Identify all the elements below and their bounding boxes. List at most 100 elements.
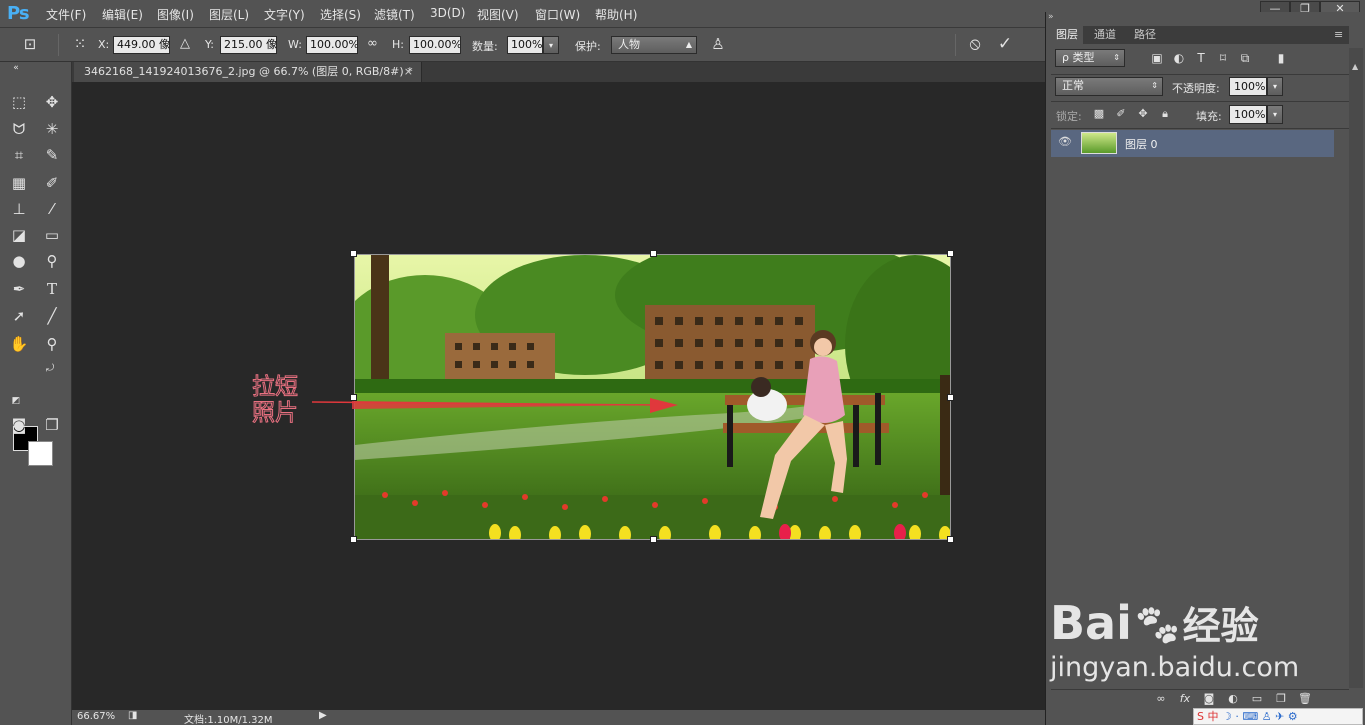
filter-kind-select[interactable]: ρ 类型 ⇕ — [1055, 49, 1125, 67]
zoom-tool-icon[interactable]: ⚲ — [40, 333, 64, 355]
menu-edit[interactable]: 编辑(E) — [102, 6, 143, 23]
canvas-area[interactable]: 拉短 照片 — [72, 82, 1045, 710]
transform-handle[interactable] — [650, 250, 657, 257]
move-tool-icon[interactable]: ✥ — [40, 91, 64, 113]
hand-tool-icon[interactable]: ✋ — [7, 333, 31, 355]
tab-channels[interactable]: 通道 — [1089, 26, 1121, 44]
link-layers-icon[interactable]: ∞ — [1149, 688, 1173, 710]
lock-pixels-icon[interactable]: ✐ — [1109, 103, 1133, 125]
tab-paths[interactable]: 路径 — [1129, 26, 1161, 44]
menu-filter[interactable]: 滤镜(T) — [374, 6, 415, 23]
transform-handle[interactable] — [947, 250, 954, 257]
chevron-down-icon: ⇕ — [1113, 53, 1120, 62]
eraser-icon[interactable]: ◪ — [7, 224, 31, 246]
menu-type[interactable]: 文字(Y) — [264, 6, 305, 23]
quick-mask-icon[interactable]: ◙ — [7, 414, 31, 436]
pen-tool-icon[interactable]: ✒ — [7, 278, 31, 300]
mask-icon[interactable]: ◙ — [1197, 688, 1221, 710]
blend-mode-select[interactable]: 正常 ⇕ — [1055, 77, 1163, 96]
w-input[interactable]: 100.00% — [306, 36, 358, 54]
protect-skin-icon[interactable]: ♙ — [706, 33, 730, 55]
filter-type-icon[interactable]: T — [1189, 47, 1213, 69]
new-layer-icon[interactable]: ❐ — [1269, 688, 1293, 710]
protect-select[interactable]: 人物 ▲ — [611, 36, 697, 54]
transform-handle[interactable] — [350, 536, 357, 543]
fx-icon[interactable]: fx — [1173, 688, 1197, 710]
transform-handle[interactable] — [650, 536, 657, 543]
adjustment-icon[interactable]: ◐ — [1221, 688, 1245, 710]
brush-tool-icon[interactable]: ✐ — [40, 172, 64, 194]
dodge-tool-icon[interactable]: ⚲ — [40, 250, 64, 272]
filter-adjustment-icon[interactable]: ◐ — [1167, 47, 1191, 69]
filter-shape-icon[interactable]: ⌑ — [1211, 47, 1235, 69]
fill-dropdown[interactable]: ▾ — [1267, 105, 1283, 124]
menu-image[interactable]: 图像(I) — [157, 6, 194, 23]
eye-icon[interactable]: 👁︎ — [1058, 135, 1072, 148]
menu-window[interactable]: 窗口(W) — [535, 6, 580, 23]
lasso-tool-icon[interactable]: ᗢ — [7, 118, 31, 140]
transform-tool-icon[interactable]: ⊡ — [18, 33, 42, 55]
menu-view[interactable]: 视图(V) — [477, 6, 519, 23]
panel-scrollbar[interactable] — [1349, 48, 1363, 688]
menu-layer[interactable]: 图层(L) — [209, 6, 249, 23]
collapse-icon[interactable]: « — [4, 62, 28, 74]
ime-toolbar[interactable]: S 中 ☽ · ⌨ ♙ ✈ ⚙ — [1193, 708, 1363, 725]
transform-handle[interactable] — [947, 536, 954, 543]
menu-file[interactable]: 文件(F) — [46, 6, 86, 23]
opacity-dropdown[interactable]: ▾ — [1267, 77, 1283, 96]
link-icon[interactable]: ∞ — [367, 36, 378, 51]
amount-input[interactable]: 100% — [507, 36, 543, 54]
cancel-transform-icon[interactable]: ⦸ — [963, 33, 987, 55]
type-tool-icon[interactable]: T — [40, 278, 64, 300]
reference-point-icon[interactable]: ⁙ — [68, 33, 92, 55]
menu-select[interactable]: 选择(S) — [320, 6, 361, 23]
marquee-tool-icon[interactable]: ⬚ — [7, 91, 31, 113]
filter-smart-object-icon[interactable]: ⧉ — [1233, 47, 1257, 69]
close-tab-icon[interactable]: × — [404, 62, 413, 82]
swap-colors-icon[interactable]: ⤾ — [38, 358, 62, 380]
gradient-tool-icon[interactable]: ▭ — [40, 224, 64, 246]
h-input[interactable]: 100.00% — [409, 36, 461, 54]
path-select-icon[interactable]: ➚ — [7, 305, 31, 327]
transform-handle[interactable] — [350, 250, 357, 257]
healing-brush-icon[interactable]: ▦ — [7, 172, 31, 194]
document-tab[interactable]: 3462168_141924013676_2.jpg @ 66.7% (图层 0… — [74, 62, 422, 82]
menu-help[interactable]: 帮助(H) — [595, 6, 637, 23]
group-icon[interactable]: ▭ — [1245, 688, 1269, 710]
layer-name[interactable]: 图层 0 — [1125, 136, 1158, 152]
eyedropper-icon[interactable]: ✎ — [40, 144, 64, 166]
default-colors-icon[interactable]: ◩ — [4, 390, 28, 412]
clone-stamp-icon[interactable]: ⊥ — [7, 198, 31, 220]
trash-icon[interactable]: 🗑︎ — [1293, 688, 1317, 710]
lock-transparency-icon[interactable]: ▩ — [1087, 103, 1111, 125]
magic-wand-icon[interactable]: ✳ — [40, 118, 64, 140]
screen-mode-icon[interactable]: ❐ — [40, 414, 64, 436]
y-input[interactable]: 215.00 像 — [220, 36, 277, 54]
delta-icon[interactable]: △ — [180, 36, 190, 51]
filter-pixel-icon[interactable]: ▣ — [1145, 47, 1169, 69]
lock-all-icon[interactable]: 🔒︎ — [1153, 103, 1177, 125]
commit-transform-icon[interactable]: ✓ — [993, 33, 1017, 55]
status-menu-icon[interactable]: ◨ — [128, 710, 137, 721]
collapse-panel-icon[interactable]: » — [1048, 12, 1054, 22]
fill-input[interactable]: 100% — [1229, 105, 1267, 124]
document-info: 文档:1.10M/1.32M — [184, 715, 273, 725]
layer-row[interactable]: 👁︎ 图层 0 — [1051, 130, 1334, 157]
history-brush-icon[interactable]: ⁄ — [40, 198, 64, 220]
crop-tool-icon[interactable]: ⌗ — [7, 144, 31, 166]
filter-toggle-icon[interactable]: ▮ — [1269, 47, 1293, 69]
x-input[interactable]: 449.00 像 — [113, 36, 170, 54]
tab-layers[interactable]: 图层 — [1051, 26, 1083, 44]
background-color-swatch[interactable] — [28, 441, 53, 466]
line-tool-icon[interactable]: ╱ — [40, 305, 64, 327]
lock-position-icon[interactable]: ✥ — [1131, 103, 1155, 125]
amount-dropdown[interactable]: ▾ — [543, 36, 559, 54]
panel-menu-icon[interactable]: ≡ — [1329, 26, 1348, 44]
menu-3d[interactable]: 3D(D) — [430, 6, 465, 20]
zoom-level[interactable]: 66.67% — [77, 711, 115, 722]
status-arrow-icon[interactable]: ▶ — [319, 710, 327, 721]
opacity-input[interactable]: 100% — [1229, 77, 1267, 96]
blur-tool-icon[interactable]: ● — [7, 250, 31, 272]
transform-handle[interactable] — [947, 394, 954, 401]
scroll-up-icon[interactable]: ▲ — [1352, 62, 1358, 71]
